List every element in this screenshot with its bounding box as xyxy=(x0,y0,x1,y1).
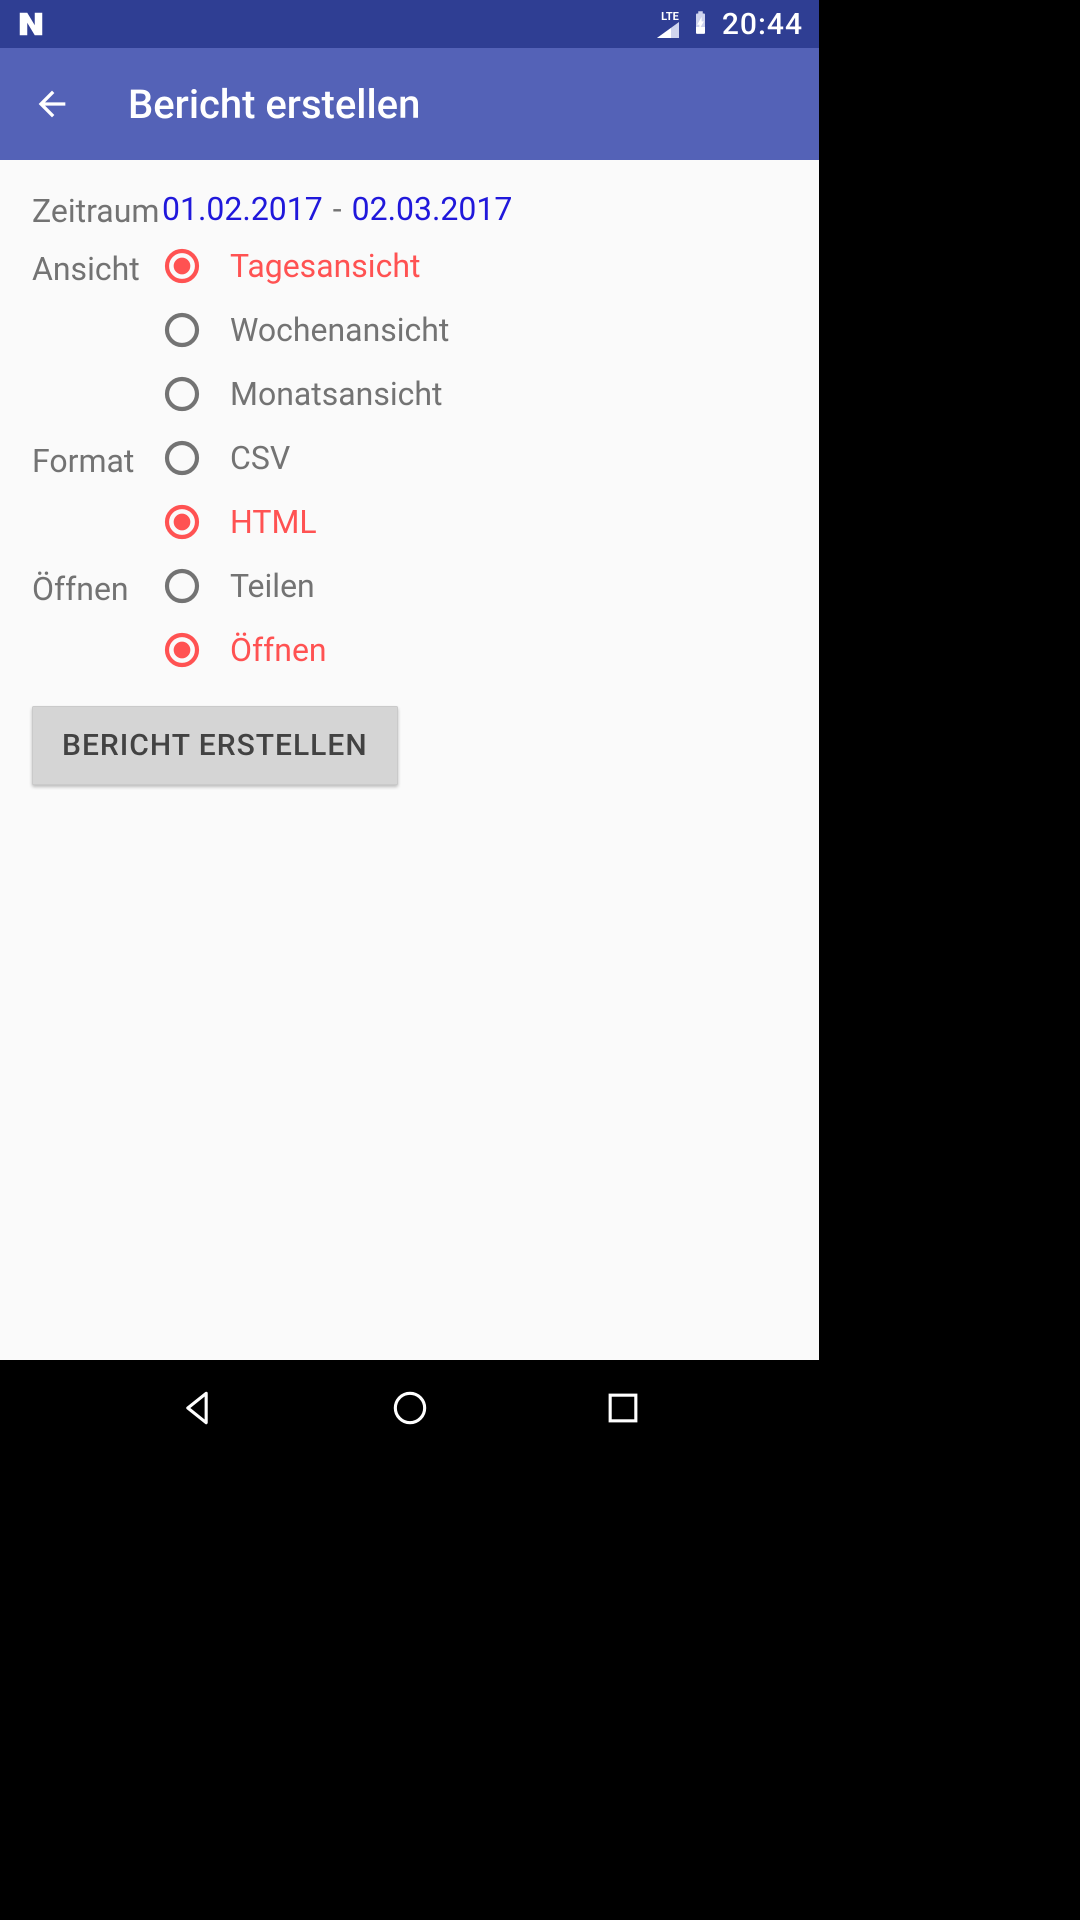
radio-teilen[interactable]: Teilen xyxy=(162,554,327,618)
app-bar: Bericht erstellen xyxy=(0,48,819,160)
offnen-label: Öffnen xyxy=(32,554,152,608)
ansicht-label: Ansicht xyxy=(32,234,152,288)
date-to-link[interactable]: 02.03.2017 xyxy=(352,190,513,228)
lte-label: LTE xyxy=(661,11,679,22)
date-from-link[interactable]: 01.02.2017 xyxy=(162,190,323,228)
radio-tagesansicht[interactable]: Tagesansicht xyxy=(162,234,449,298)
status-time: 20:44 xyxy=(722,7,803,42)
status-right: LTE 20:44 xyxy=(657,7,803,42)
system-nav-bar xyxy=(0,1360,819,1455)
format-section: Format CSV HTML xyxy=(32,426,787,554)
status-bar: LTE 20:44 xyxy=(0,0,819,48)
radio-label: CSV xyxy=(230,439,290,477)
radio-html[interactable]: HTML xyxy=(162,490,317,554)
create-report-button[interactable]: BERICHT ERSTELLEN xyxy=(32,706,398,785)
radio-unselected-icon xyxy=(162,438,202,478)
battery-icon xyxy=(687,9,714,40)
radio-label: Öffnen xyxy=(230,631,327,669)
radio-offnen[interactable]: Öffnen xyxy=(162,618,327,682)
zeitraum-row: Zeitraum 01.02.2017 - 02.03.2017 xyxy=(32,188,787,230)
zeitraum-label: Zeitraum xyxy=(32,188,152,230)
nav-back-icon[interactable] xyxy=(167,1378,227,1438)
radio-label: HTML xyxy=(230,503,317,541)
page-title: Bericht erstellen xyxy=(128,81,420,128)
radio-selected-icon xyxy=(162,502,202,542)
offnen-section: Öffnen Teilen Öffnen xyxy=(32,554,787,682)
radio-selected-icon xyxy=(162,630,202,670)
radio-wochenansicht[interactable]: Wochenansicht xyxy=(162,298,449,362)
format-label: Format xyxy=(32,426,152,480)
radio-selected-icon xyxy=(162,246,202,286)
ansicht-radiogroup: Tagesansicht Wochenansicht Monatsansicht xyxy=(162,234,449,426)
radio-unselected-icon xyxy=(162,310,202,350)
radio-label: Tagesansicht xyxy=(230,247,420,285)
ansicht-section: Ansicht Tagesansicht Wochenansicht xyxy=(32,234,787,426)
radio-csv[interactable]: CSV xyxy=(162,426,317,490)
radio-unselected-icon xyxy=(162,374,202,414)
n-logo-icon xyxy=(16,9,46,39)
status-left xyxy=(16,9,46,39)
radio-unselected-icon xyxy=(162,566,202,606)
nav-home-icon[interactable] xyxy=(380,1378,440,1438)
radio-label: Teilen xyxy=(230,567,315,605)
radio-label: Monatsansicht xyxy=(230,375,442,413)
radio-monatsansicht[interactable]: Monatsansicht xyxy=(162,362,449,426)
date-separator: - xyxy=(333,190,342,228)
network-lte-icon: LTE xyxy=(657,11,679,38)
offnen-radiogroup: Teilen Öffnen xyxy=(162,554,327,682)
nav-recent-icon[interactable] xyxy=(593,1378,653,1438)
format-radiogroup: CSV HTML xyxy=(162,426,317,554)
back-arrow-icon[interactable] xyxy=(32,84,72,124)
radio-label: Wochenansicht xyxy=(230,311,449,349)
form-content: Zeitraum 01.02.2017 - 02.03.2017 Ansicht… xyxy=(0,160,819,813)
